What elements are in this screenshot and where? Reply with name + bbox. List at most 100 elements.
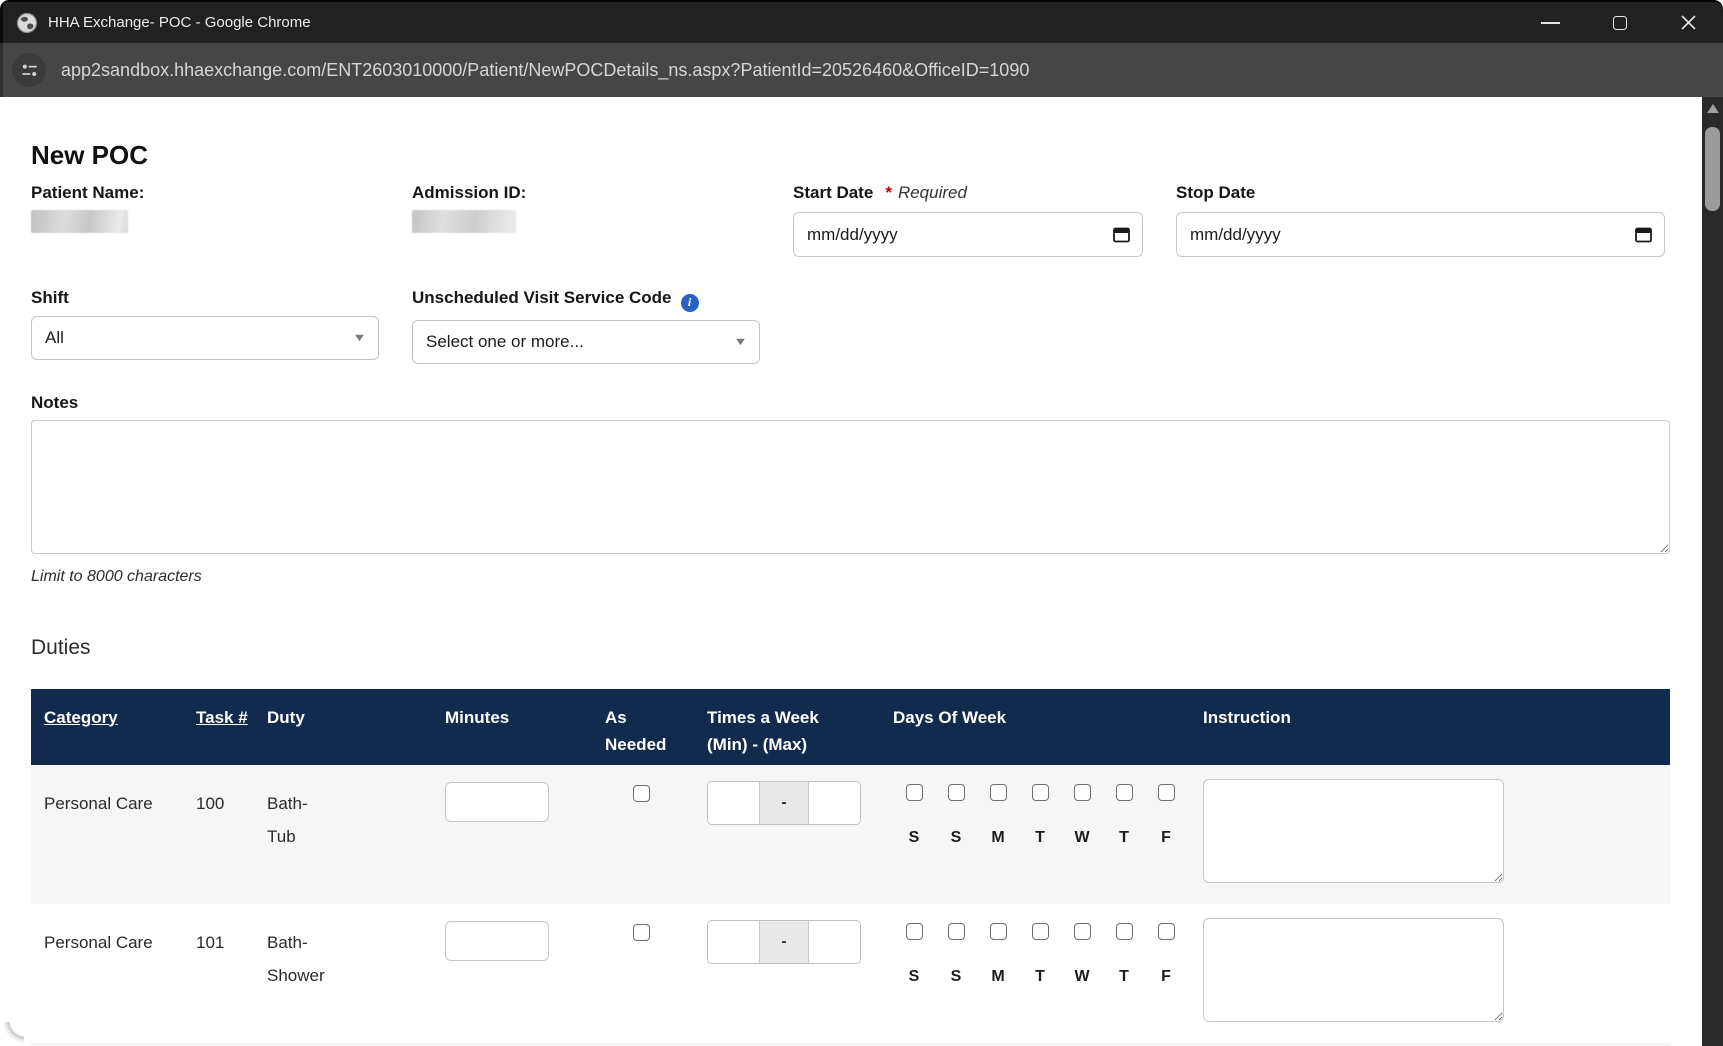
service-code-placeholder: Select one or more... xyxy=(426,332,584,352)
header-task-number[interactable]: Task # xyxy=(196,689,267,765)
maximize-icon xyxy=(1613,16,1627,30)
instruction-cell xyxy=(1203,765,1670,904)
day-checkbox[interactable] xyxy=(1116,923,1133,940)
minutes-cell xyxy=(445,765,605,904)
as-needed-cell xyxy=(605,904,707,1043)
day-letter: M xyxy=(991,968,1004,986)
shift-group: Shift All ▼ xyxy=(31,288,412,364)
required-text: Required xyxy=(898,183,967,202)
notes-label: Notes xyxy=(31,393,1670,413)
day-letter: S xyxy=(909,829,920,847)
day-letter: T xyxy=(1119,968,1129,986)
as-needed-checkbox[interactable] xyxy=(633,785,650,802)
start-date-label-row: Start Date*Required xyxy=(793,183,1176,203)
service-code-select[interactable]: Select one or more... ▼ xyxy=(412,320,760,364)
stop-date-field xyxy=(1176,212,1665,257)
shift-label: Shift xyxy=(31,288,412,308)
start-date-label: Start Date xyxy=(793,183,873,202)
stop-date-input[interactable] xyxy=(1176,212,1665,257)
stop-date-label: Stop Date xyxy=(1176,183,1670,203)
minmax-separator: - xyxy=(759,921,809,963)
shift-select[interactable]: All ▼ xyxy=(31,316,379,360)
day-checkbox[interactable] xyxy=(906,923,923,940)
day-checkbox[interactable] xyxy=(1116,784,1133,801)
browser-window: HHA Exchange- POC - Google Chrome app2sa… xyxy=(0,0,1723,1046)
day-checkbox[interactable] xyxy=(990,784,1007,801)
admission-id-value-redacted xyxy=(412,210,516,233)
day-letter: S xyxy=(909,968,920,986)
times-week-min-input[interactable] xyxy=(708,782,759,824)
times-week-min-input[interactable] xyxy=(708,921,759,963)
times-a-week-cell: - xyxy=(707,904,893,1043)
minimize-button[interactable] xyxy=(1516,2,1585,43)
scroll-up-icon[interactable] xyxy=(1707,104,1719,113)
day-letter: M xyxy=(991,829,1004,847)
info-icon[interactable]: i xyxy=(681,294,699,312)
day-checkbox[interactable] xyxy=(990,923,1007,940)
days-of-week-group: SSMTWTF xyxy=(893,904,1203,1043)
instruction-textarea[interactable] xyxy=(1203,918,1504,1022)
duties-table: Category Task # Duty Minutes As Needed T… xyxy=(31,689,1670,1046)
day-checkbox[interactable] xyxy=(1074,784,1091,801)
chevron-down-icon: ▼ xyxy=(352,332,367,344)
window-controls xyxy=(1516,2,1723,43)
times-a-week-group: - xyxy=(707,781,861,825)
start-date-field xyxy=(793,212,1143,257)
service-code-group: Unscheduled Visit Service Codei Select o… xyxy=(412,288,793,364)
day-checkbox[interactable] xyxy=(948,923,965,940)
admission-id-label: Admission ID: xyxy=(412,183,793,203)
times-week-max-input[interactable] xyxy=(809,921,860,963)
url-text[interactable]: app2sandbox.hhaexchange.com/ENT260301000… xyxy=(61,60,1029,81)
times-a-week-group: - xyxy=(707,920,861,964)
day-checkbox[interactable] xyxy=(1158,923,1175,940)
globe-icon xyxy=(16,12,38,34)
instruction-textarea[interactable] xyxy=(1203,779,1504,883)
start-date-input[interactable] xyxy=(793,212,1143,257)
day-letter: T xyxy=(1119,829,1129,847)
day-letter: W xyxy=(1074,968,1089,986)
times-week-max-input[interactable] xyxy=(809,782,860,824)
category-cell: Personal Care xyxy=(31,765,196,904)
header-category[interactable]: Category xyxy=(31,689,196,765)
service-code-label-row: Unscheduled Visit Service Codei xyxy=(412,288,793,312)
as-needed-checkbox[interactable] xyxy=(633,924,650,941)
day-checkbox[interactable] xyxy=(1032,784,1049,801)
shift-selected-value: All xyxy=(45,328,64,348)
header-instruction: Instruction xyxy=(1203,689,1670,765)
scrollbar[interactable] xyxy=(1702,97,1723,1046)
day-checkbox[interactable] xyxy=(1158,784,1175,801)
site-settings-button[interactable] xyxy=(12,53,46,87)
stop-date-group: Stop Date xyxy=(1176,183,1670,257)
table-row: Personal Care 101 Bath-Shower - SSMTWTF xyxy=(31,904,1670,1043)
patient-name-value-redacted xyxy=(31,210,128,233)
duties-heading: Duties xyxy=(31,635,1670,661)
day-letter: F xyxy=(1161,968,1171,986)
tune-icon xyxy=(20,61,39,80)
duty-cell: Bath-Shower xyxy=(267,904,445,1043)
notes-textarea[interactable] xyxy=(31,420,1670,554)
scroll-thumb[interactable] xyxy=(1705,127,1720,211)
chevron-down-icon: ▼ xyxy=(733,336,748,348)
close-icon xyxy=(1680,14,1697,31)
maximize-button[interactable] xyxy=(1585,2,1654,43)
minutes-input[interactable] xyxy=(445,782,549,822)
table-row: Personal Care 100 Bath-Tub - SSMTWTF xyxy=(31,765,1670,904)
days-of-week-group: SSMTWTF xyxy=(893,765,1203,904)
close-button[interactable] xyxy=(1654,2,1723,43)
day-checkbox[interactable] xyxy=(948,784,965,801)
next-row-partial xyxy=(31,1043,1670,1046)
day-checkbox[interactable] xyxy=(906,784,923,801)
form-row-2: Shift All ▼ Unscheduled Visit Service Co… xyxy=(31,288,1670,364)
day-letter: T xyxy=(1035,968,1045,986)
minutes-input[interactable] xyxy=(445,921,549,961)
duty-cell: Bath-Tub xyxy=(267,765,445,904)
header-minutes: Minutes xyxy=(445,689,605,765)
notes-hint: Limit to 8000 characters xyxy=(31,568,1670,585)
page-title: New POC xyxy=(31,140,1670,170)
page-content: New POC Patient Name: Admission ID: Star… xyxy=(0,97,1702,1046)
url-bar: app2sandbox.hhaexchange.com/ENT260301000… xyxy=(0,43,1723,97)
day-checkbox[interactable] xyxy=(1074,923,1091,940)
task-number-cell: 101 xyxy=(196,904,267,1043)
day-checkbox[interactable] xyxy=(1032,923,1049,940)
day-letter: S xyxy=(951,829,962,847)
